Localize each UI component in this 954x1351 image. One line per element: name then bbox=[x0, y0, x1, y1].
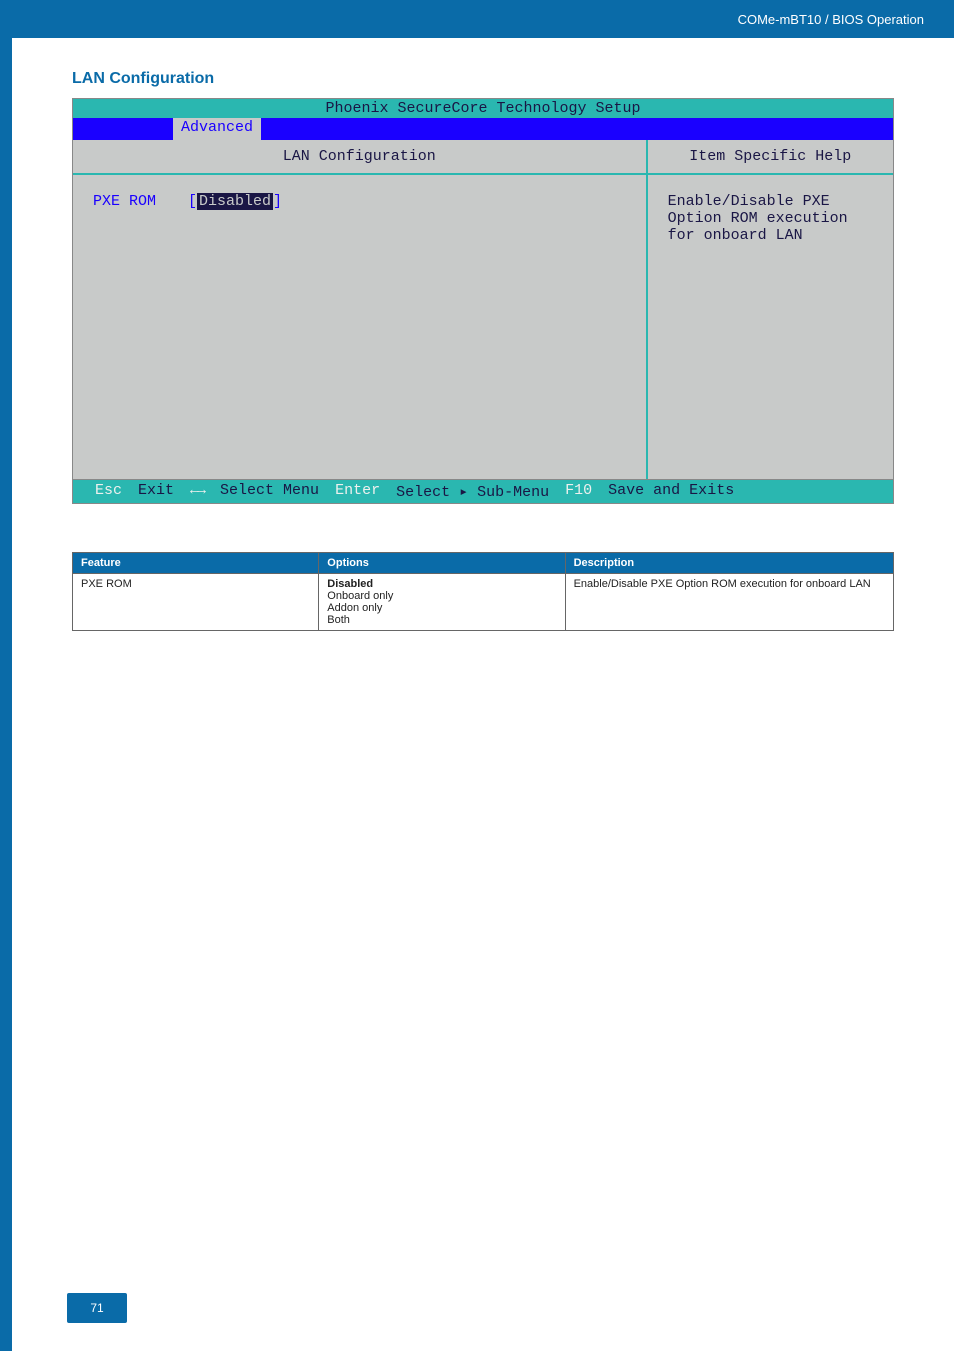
bios-right-pane: Item Specific Help Enable/Disable PXE Op… bbox=[648, 140, 893, 479]
opt-both: Both bbox=[327, 614, 350, 626]
footer-val-save: Save and Exits bbox=[608, 482, 734, 501]
pxe-rom-label: PXE ROM bbox=[93, 193, 188, 210]
table-header-row: Feature Options Description bbox=[73, 553, 894, 574]
opt-addon: Addon only bbox=[327, 602, 382, 614]
col-options: Options bbox=[319, 553, 565, 574]
bracket-close: ] bbox=[273, 193, 282, 210]
pxe-rom-row[interactable]: PXE ROM [Disabled] bbox=[93, 193, 626, 210]
footer-val-selectmenu: Select Menu bbox=[220, 482, 319, 501]
opt-onboard: Onboard only bbox=[327, 590, 393, 602]
bios-left-header: LAN Configuration bbox=[73, 140, 646, 175]
footer-val-submenu: Select ▸ Sub-Menu bbox=[396, 482, 549, 501]
cell-description: Enable/Disable PXE Option ROM execution … bbox=[565, 574, 893, 631]
bios-main: LAN Configuration PXE ROM [Disabled] Ite… bbox=[73, 140, 893, 480]
content-area: LAN Configuration Phoenix SecureCore Tec… bbox=[12, 0, 954, 631]
page-number-badge: 71 bbox=[67, 1293, 127, 1323]
cell-feature: PXE ROM bbox=[73, 574, 319, 631]
bios-left-body: PXE ROM [Disabled] bbox=[73, 175, 646, 228]
bios-left-pane: LAN Configuration PXE ROM [Disabled] bbox=[73, 140, 648, 479]
col-description: Description bbox=[565, 553, 893, 574]
bios-right-header: Item Specific Help bbox=[648, 140, 893, 175]
tab-spacer bbox=[73, 118, 173, 140]
bios-tab-row: Advanced bbox=[73, 118, 893, 140]
col-feature: Feature bbox=[73, 553, 319, 574]
help-line-3: for onboard LAN bbox=[668, 227, 873, 244]
feature-table: Feature Options Description PXE ROM Disa… bbox=[72, 552, 894, 631]
page-number: 71 bbox=[90, 1301, 103, 1315]
bios-screenshot: Phoenix SecureCore Technology Setup Adva… bbox=[72, 98, 894, 504]
bracket-open: [ bbox=[188, 193, 197, 210]
footer-key-arrows: ←→ bbox=[190, 482, 204, 501]
bios-footer: Esc Exit ←→ Select Menu Enter Select ▸ S… bbox=[73, 480, 893, 503]
help-line-2: Option ROM execution bbox=[668, 210, 873, 227]
opt-disabled: Disabled bbox=[327, 578, 373, 590]
footer-val-exit: Exit bbox=[138, 482, 174, 501]
footer-key-f10: F10 bbox=[565, 482, 592, 501]
tab-advanced[interactable]: Advanced bbox=[173, 118, 261, 140]
cell-options: Disabled Onboard only Addon only Both bbox=[319, 574, 565, 631]
document-page: COMe-mBT10 / BIOS Operation LAN Configur… bbox=[0, 0, 954, 1351]
help-line-1: Enable/Disable PXE bbox=[668, 193, 873, 210]
footer-key-enter: Enter bbox=[335, 482, 380, 501]
header-title: COMe-mBT10 / BIOS Operation bbox=[738, 12, 924, 27]
bios-help-body: Enable/Disable PXE Option ROM execution … bbox=[648, 175, 893, 262]
page-header-bar: COMe-mBT10 / BIOS Operation bbox=[12, 0, 954, 38]
footer-key-esc: Esc bbox=[95, 482, 122, 501]
pxe-rom-value[interactable]: Disabled bbox=[197, 193, 273, 210]
table-row: PXE ROM Disabled Onboard only Addon only… bbox=[73, 574, 894, 631]
bios-title: Phoenix SecureCore Technology Setup bbox=[73, 99, 893, 118]
section-title: LAN Configuration bbox=[72, 70, 894, 88]
